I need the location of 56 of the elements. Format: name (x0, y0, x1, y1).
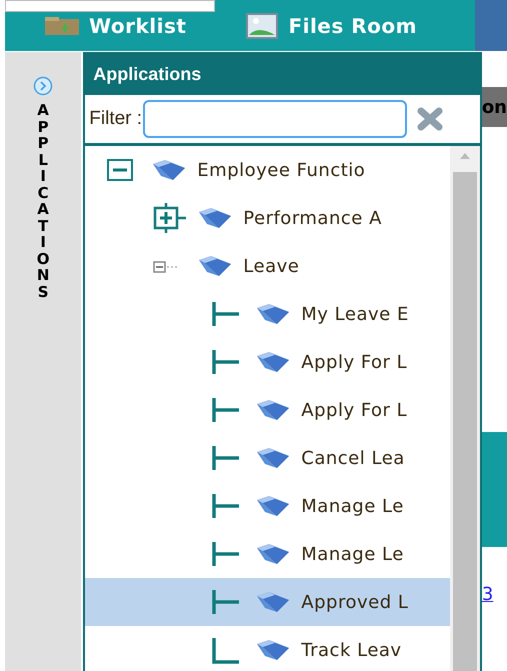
folder-icon (197, 207, 234, 229)
expand-icon[interactable] (153, 203, 188, 233)
image-icon (246, 13, 278, 39)
tree-item[interactable]: Employee Functio (85, 146, 450, 194)
tree-connector-icon (211, 396, 240, 424)
tree-connector-icon (211, 540, 240, 568)
folder-icon (45, 17, 79, 35)
tree-item[interactable]: Manage Le (85, 530, 450, 578)
folder-icon (151, 159, 188, 181)
tree-item[interactable]: Track Leav (85, 626, 450, 671)
heading-text: on (482, 96, 507, 120)
item-label: Manage Le (301, 542, 404, 566)
folder-icon (255, 543, 292, 565)
tree-item[interactable]: Apply For L (85, 338, 450, 386)
tree-item[interactable]: Cancel Lea (85, 434, 450, 482)
folder-icon (255, 495, 292, 517)
item-label: My Leave E (301, 302, 409, 326)
folder-icon (255, 447, 292, 469)
scrollbar[interactable] (450, 146, 480, 671)
item-label: Leave (243, 254, 300, 278)
item-label: Track Leav (301, 638, 402, 662)
folder-icon (255, 399, 292, 421)
tree-connector-icon (211, 348, 240, 376)
filter-field[interactable] (143, 100, 408, 138)
folder-icon (197, 255, 234, 277)
item-label: Approved L (301, 590, 408, 614)
tree-connector-icon (211, 492, 240, 520)
scrollbar-thumb[interactable] (452, 172, 477, 671)
item-label: Performance A (243, 206, 382, 230)
folder-icon (255, 303, 292, 325)
collapse-icon[interactable] (107, 159, 134, 181)
tree-item[interactable]: My Leave E (85, 290, 450, 338)
folder-icon (255, 639, 292, 661)
item-label: Cancel Lea (301, 446, 405, 470)
tree-item[interactable]: Approved L (85, 578, 450, 626)
sidebar-label[interactable]: APPLICATIONS (36, 102, 51, 300)
tree-item[interactable]: Performance A (85, 194, 450, 242)
tree-item[interactable]: Apply For L (85, 386, 450, 434)
scroll-up-icon[interactable] (458, 152, 471, 160)
nav-bar-segment (475, 0, 507, 51)
item-label: Apply For L (301, 350, 408, 374)
item-label: Apply For L (301, 398, 408, 422)
tree-connector-icon (211, 444, 240, 472)
tree-item[interactable]: Manage Le (85, 482, 450, 530)
clear-icon[interactable] (416, 107, 444, 131)
tree-connector-icon (211, 636, 240, 664)
item-label: Manage Le (301, 494, 404, 518)
page-link[interactable]: 3 (482, 581, 507, 608)
panel-title: Applications (92, 62, 202, 86)
item-label: Employee Functio (197, 158, 366, 182)
tree-connector-icon (211, 588, 240, 616)
tree-connector-icon (211, 300, 240, 328)
folder-icon (255, 591, 292, 613)
folder-icon (255, 351, 292, 373)
filter-label: Filter : (89, 106, 142, 131)
tree-item[interactable]: Leave (85, 242, 450, 290)
